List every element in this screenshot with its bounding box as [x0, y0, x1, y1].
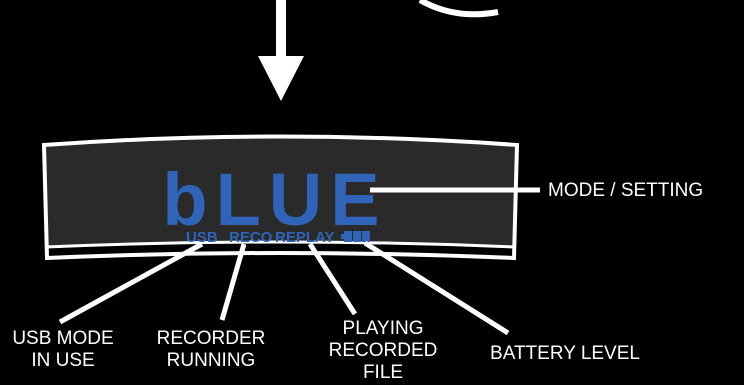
decorative-stroke — [418, 0, 499, 18]
replay-indicator: REPLAY — [275, 229, 334, 246]
label-usb-mode: USB MODE IN USE — [12, 328, 114, 371]
label-playing-recorded-file: PLAYING RECORDED FILE — [328, 318, 438, 383]
label-battery-level: BATTERY LEVEL — [490, 343, 640, 364]
label-mode-setting: MODE / SETTING — [548, 180, 704, 201]
lcd-display: bLUE USB RECO REPLAY — [41, 134, 520, 261]
usb-indicator: USB — [186, 229, 218, 246]
battery-icon — [341, 231, 370, 242]
reco-pointer — [219, 243, 247, 321]
reco-indicator: RECO — [229, 229, 273, 246]
down-arrow-icon — [258, 0, 304, 101]
label-recorder-running: RECORDER RUNNING — [156, 328, 266, 371]
